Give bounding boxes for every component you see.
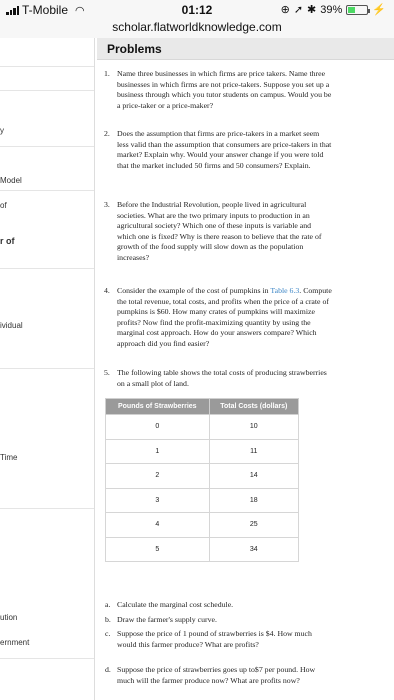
sub-question-b: b. Draw the farmer's supply curve. xyxy=(105,615,317,626)
background-page: y Model of r of ividual Time ution ernme… xyxy=(0,38,95,700)
table-cell: 25 xyxy=(208,512,300,538)
table-cell: 0 xyxy=(105,414,210,440)
question-text: Name three businesses in which firms are… xyxy=(117,69,332,110)
sub-question-letter: a. xyxy=(105,600,111,609)
question-number: 5. xyxy=(104,368,110,377)
sub-question-text: Suppose the price of 1 pound of strawber… xyxy=(117,629,312,649)
table-cell: 14 xyxy=(208,463,300,489)
fragment-text: of xyxy=(0,201,7,210)
question-number: 4. xyxy=(104,286,110,295)
battery-icon xyxy=(346,4,371,15)
question-number: 2. xyxy=(104,129,110,138)
question-text: Before the Industrial Revolution, people… xyxy=(117,200,322,262)
sub-question-c: c. Suppose the price of 1 pound of straw… xyxy=(105,629,317,650)
fragment-text: ividual xyxy=(0,321,23,330)
bluetooth-icon: ✱ xyxy=(307,4,317,16)
question-text: . Compute the total revenue, total costs… xyxy=(117,286,332,348)
status-bar: T-Mobile ◠ 01:12 ⊕ ➚ ✱ 39% ⚡ xyxy=(0,0,394,20)
question-number: 3. xyxy=(104,200,110,209)
table-row: 2 14 xyxy=(105,463,300,489)
column-header: Total Costs (dollars) xyxy=(208,398,300,415)
table-row: 3 18 xyxy=(105,487,300,513)
table-cell: 18 xyxy=(208,487,300,513)
table-cell: 11 xyxy=(208,438,300,464)
column-header: Pounds of Strawberries xyxy=(105,398,210,415)
question-5: 5. The following table shows the total c… xyxy=(104,368,332,389)
status-icons: ⊕ ➚ ✱ 39% ⚡ xyxy=(280,3,386,17)
table-cell: 5 xyxy=(105,536,210,562)
table-row: 4 25 xyxy=(105,512,300,538)
sub-question-d: d. Suppose the price of strawberries goe… xyxy=(105,665,317,686)
table-header-row: Pounds of Strawberries Total Costs (doll… xyxy=(105,398,300,415)
charging-icon: ⚡ xyxy=(372,4,386,16)
url-bar[interactable]: scholar.flatworldknowledge.com xyxy=(0,20,394,38)
table-cell: 3 xyxy=(105,487,210,513)
table-row: 1 11 xyxy=(105,438,300,464)
lock-rotation-icon: ⊕ xyxy=(280,4,290,16)
fragment-text: ernment xyxy=(0,638,30,647)
table-cell: 10 xyxy=(208,414,300,440)
sub-question-letter: d. xyxy=(105,665,111,674)
table-link[interactable]: Table 6.3 xyxy=(270,286,299,295)
question-text: The following table shows the total cost… xyxy=(117,368,327,388)
table-cell: 34 xyxy=(208,536,300,562)
sub-question-text: Draw the farmer's supply curve. xyxy=(117,615,217,624)
strawberry-cost-table: Pounds of Strawberries Total Costs (doll… xyxy=(105,398,300,562)
sub-question-text: Calculate the marginal cost schedule. xyxy=(117,600,234,609)
panel-title: Problems xyxy=(97,38,394,60)
battery-percent: 39% xyxy=(320,3,343,16)
sub-question-letter: c. xyxy=(105,629,111,638)
question-text: Does the assumption that firms are price… xyxy=(117,129,332,170)
fragment-text: Model xyxy=(0,176,22,185)
table-row: 0 10 xyxy=(105,414,300,440)
fragment-text: y xyxy=(0,126,4,135)
sub-question-letter: b. xyxy=(105,615,111,624)
question-3: 3. Before the Industrial Revolution, peo… xyxy=(104,200,332,263)
question-2: 2. Does the assumption that firms are pr… xyxy=(104,129,332,171)
table-cell: 1 xyxy=(105,438,210,464)
location-icon: ➚ xyxy=(293,4,304,16)
fragment-text: Time xyxy=(0,453,18,462)
table-cell: 4 xyxy=(105,512,210,538)
table-cell: 2 xyxy=(105,463,210,489)
sub-question-a: a. Calculate the marginal cost schedule. xyxy=(105,600,317,611)
fragment-text: ution xyxy=(0,613,18,622)
question-number: 1. xyxy=(104,69,110,78)
question-1: 1. Name three businesses in which firms … xyxy=(104,69,332,111)
table-row: 5 34 xyxy=(105,536,300,562)
fragment-text: r of xyxy=(0,236,15,246)
question-text: Consider the example of the cost of pump… xyxy=(117,286,271,295)
question-4: 4. Consider the example of the cost of p… xyxy=(104,286,332,349)
sub-question-text: Suppose the price of strawberries goes u… xyxy=(117,665,316,685)
